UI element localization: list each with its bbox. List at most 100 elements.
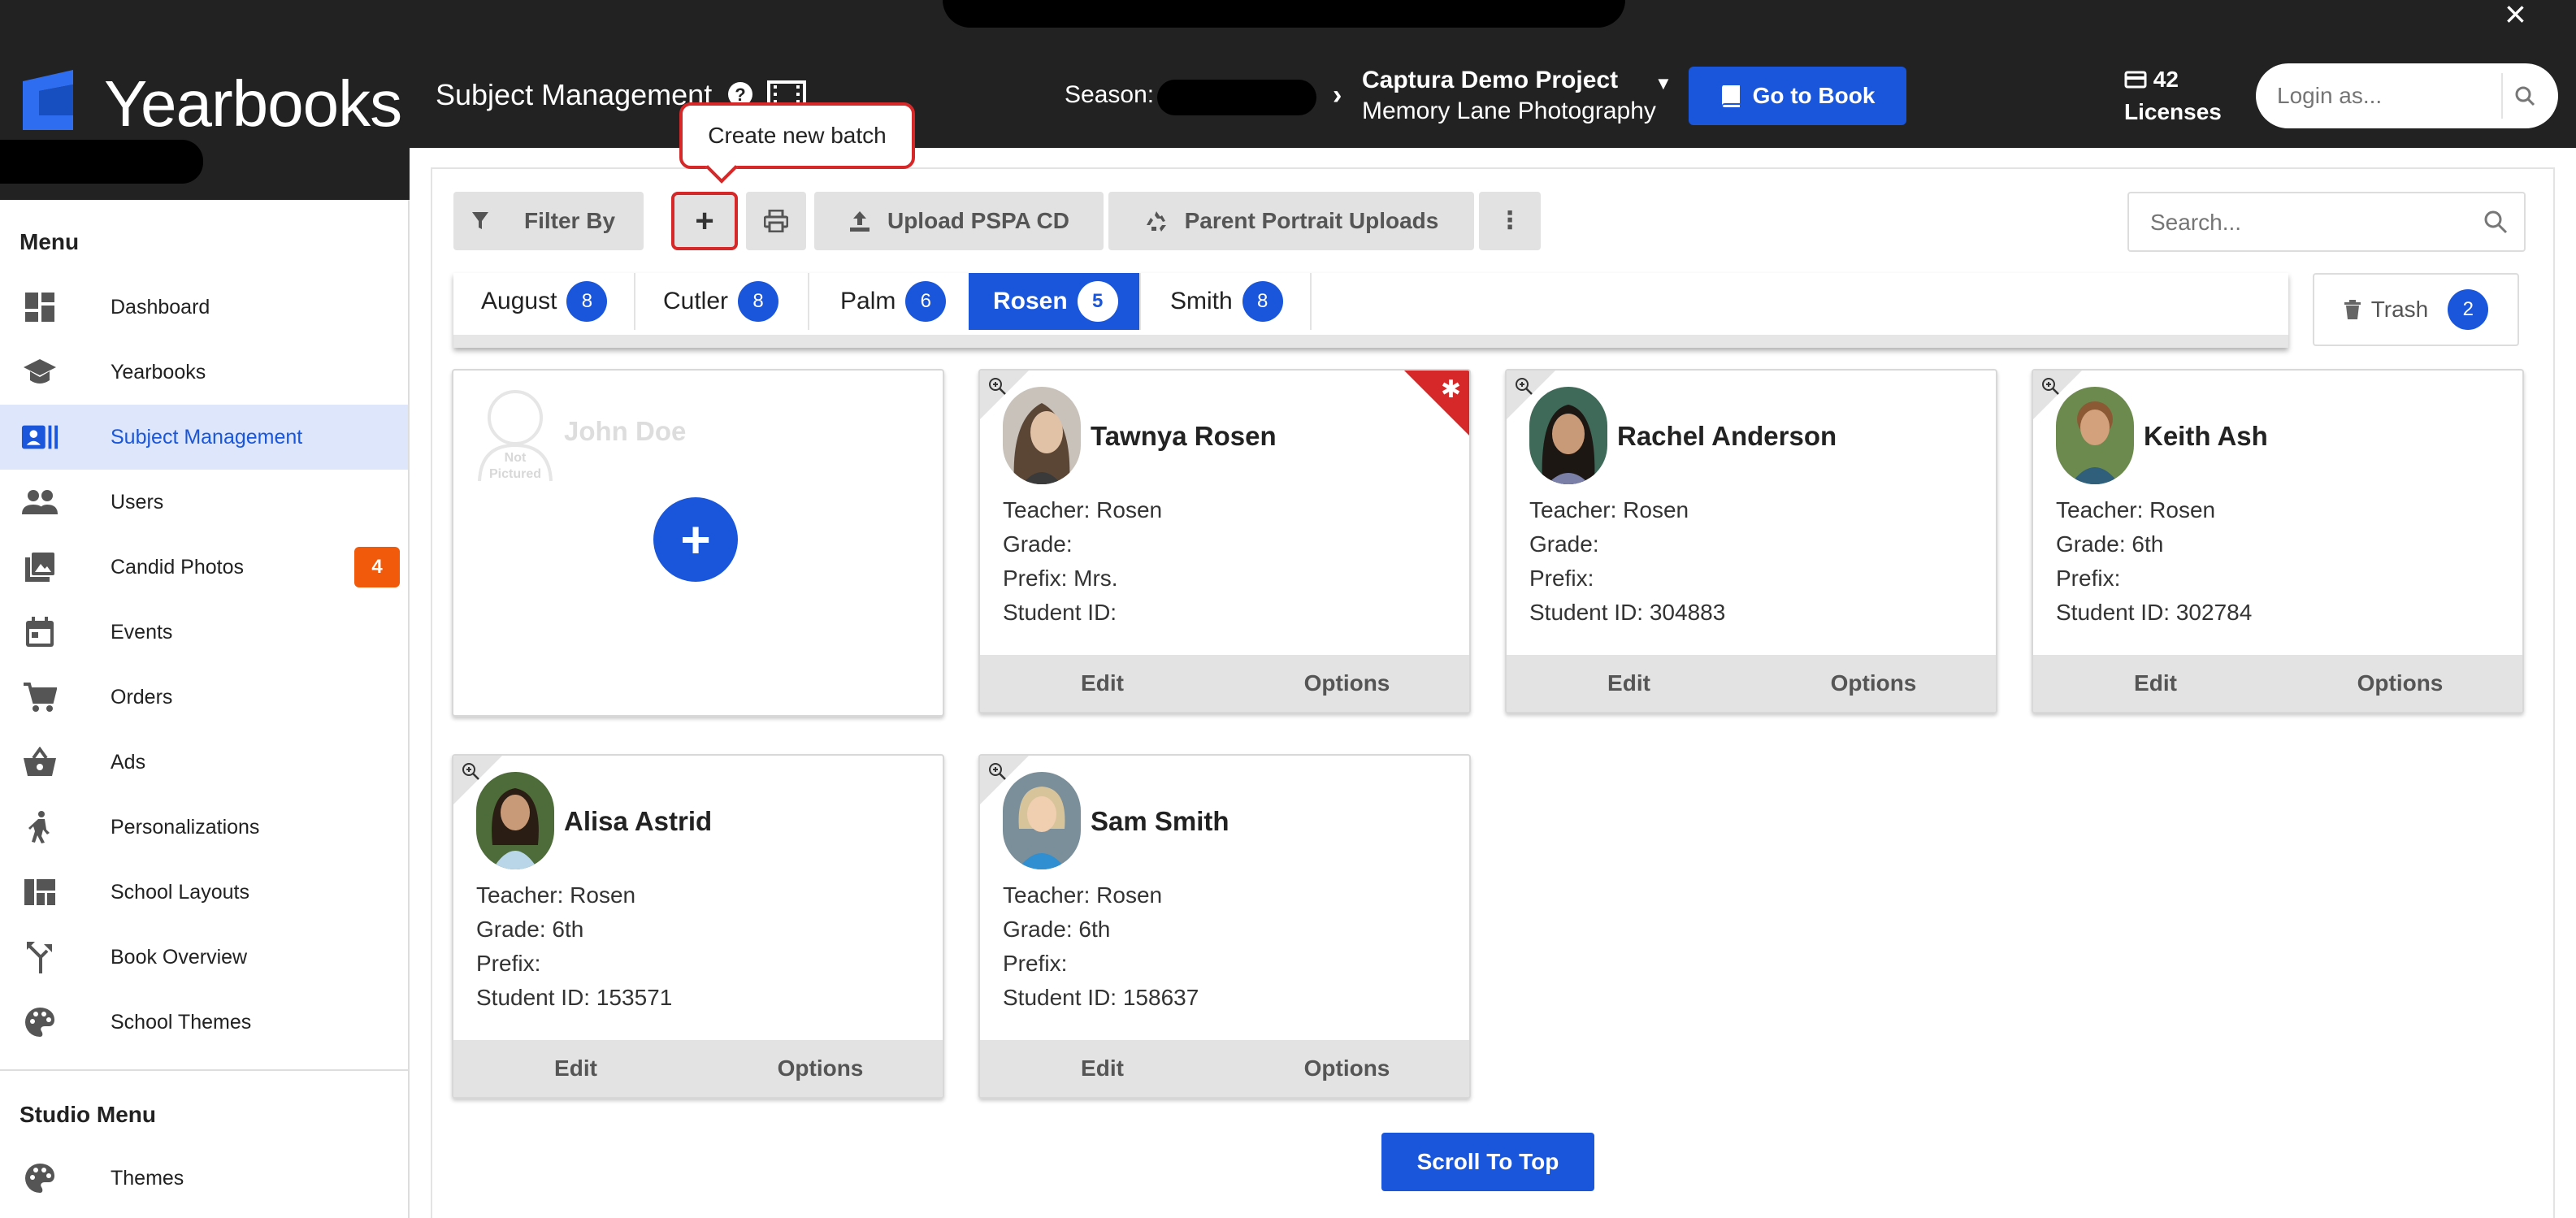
studio-menu-heading: Studio Menu (20, 1102, 156, 1127)
search-icon[interactable] (2483, 210, 2508, 234)
sidebar-item-dashboard[interactable]: Dashboard (0, 275, 408, 340)
card-actions: Edit Options (980, 1040, 1469, 1097)
sidebar-item-label: Events (111, 620, 173, 644)
tab-rosen[interactable]: Rosen 5 (969, 273, 1141, 330)
login-as-field[interactable] (2256, 63, 2558, 128)
search-input[interactable] (2150, 206, 2475, 239)
subject-card[interactable]: Rachel Anderson Teacher: Rosen Grade: Pr… (1505, 369, 1997, 713)
student-teacher: Teacher: Rosen (1003, 882, 1163, 908)
options-button[interactable]: Options (1751, 655, 1996, 712)
asterisk-icon: ✱ (1440, 376, 1461, 403)
caret-down-icon[interactable]: ▼ (1654, 73, 1672, 94)
basket-icon (21, 743, 59, 781)
student-id: Student ID: 302784 (2056, 600, 2253, 625)
print-icon (764, 210, 788, 232)
options-button[interactable]: Options (2278, 655, 2522, 712)
student-teacher: Teacher: Rosen (1529, 497, 1689, 522)
licenses-count: 42 (2124, 67, 2179, 93)
student-prefix: Prefix: (476, 951, 541, 976)
calendar-icon (21, 613, 59, 651)
student-name: Sam Smith (1091, 806, 1229, 836)
student-id: Student ID: 153571 (476, 985, 673, 1010)
student-id: Student ID: (1003, 600, 1117, 625)
tab-label: August (481, 288, 557, 314)
create-batch-button[interactable]: + (671, 192, 738, 250)
parent-portrait-uploads-label: Parent Portrait Uploads (1184, 208, 1439, 233)
project-title[interactable]: Captura Demo Project (1362, 67, 1618, 94)
card-actions: Edit Options (980, 655, 1469, 712)
upload-icon (849, 211, 870, 232)
window-top-bar: × (0, 0, 2576, 42)
sidebar-item-label: Candid Photos (111, 555, 245, 579)
sidebar-item-users[interactable]: Users (0, 470, 408, 535)
scroll-to-top-button[interactable]: Scroll To Top (1381, 1133, 1594, 1191)
sidebar-item-orders[interactable]: Orders (0, 665, 408, 730)
subject-card[interactable]: Keith Ash Teacher: Rosen Grade: 6th Pref… (2032, 369, 2524, 713)
brand-name[interactable]: Yearbooks (104, 67, 402, 141)
sidebar-item-candid-photos[interactable]: Candid Photos 4 (0, 535, 408, 600)
go-to-book-button[interactable]: Go to Book (1689, 67, 1906, 125)
palette-icon (21, 1159, 59, 1197)
sidebar-item-book-overview[interactable]: Book Overview (0, 925, 408, 990)
add-subject-button[interactable]: + (653, 497, 738, 582)
student-id: Student ID: 158637 (1003, 985, 1199, 1010)
sidebar-item-label: Yearbooks (111, 360, 206, 384)
tab-count-badge: 5 (1077, 281, 1118, 322)
sidebar-item-subject-management[interactable]: Subject Management (0, 405, 408, 470)
tab-count-badge: 8 (1242, 281, 1283, 322)
upload-pspa-cd-label: Upload PSPA CD (887, 208, 1069, 233)
season-label: Season: (1065, 81, 1155, 108)
upload-pspa-cd-button[interactable]: Upload PSPA CD (814, 192, 1104, 250)
edit-button[interactable]: Edit (1507, 655, 1751, 712)
filter-by-button[interactable]: Filter By (453, 192, 644, 250)
zoom-icon[interactable] (462, 762, 479, 780)
edit-button[interactable]: Edit (2033, 655, 2278, 712)
new-subject-card[interactable]: Not Pictured John Doe + (452, 369, 944, 717)
student-grade: Grade: (1003, 531, 1073, 557)
tab-august[interactable]: August 8 (453, 273, 635, 330)
subject-card[interactable]: Alisa Astrid Teacher: Rosen Grade: 6th P… (452, 754, 944, 1099)
sidebar-item-events[interactable]: Events (0, 600, 408, 665)
book-icon (1721, 85, 1740, 107)
tab-palm[interactable]: Palm 6 (809, 273, 974, 330)
trash-button[interactable]: Trash 2 (2313, 273, 2519, 346)
student-photo (1003, 387, 1081, 484)
options-button[interactable]: Options (1225, 655, 1469, 712)
options-button[interactable]: Options (698, 1040, 943, 1097)
tab-cutler[interactable]: Cutler 8 (635, 273, 809, 330)
edit-button[interactable]: Edit (980, 1040, 1225, 1097)
plus-icon: + (680, 510, 711, 569)
login-as-input[interactable] (2277, 78, 2472, 114)
zoom-icon[interactable] (988, 377, 1006, 395)
student-grade: Grade: 6th (2056, 531, 2164, 557)
close-icon[interactable]: × (2504, 0, 2526, 33)
sidebar-item-themes[interactable]: Themes (0, 1146, 408, 1211)
redacted-region (943, 0, 1625, 28)
edit-button[interactable]: Edit (453, 1040, 698, 1097)
teacher-tabs: August 8 Cutler 8 Palm 6 Rosen 5 Smith 8 (453, 273, 2288, 348)
zoom-icon[interactable] (1515, 377, 1533, 395)
plus-icon: + (695, 202, 714, 239)
graduation-cap-icon (21, 353, 59, 391)
student-teacher: Teacher: Rosen (1003, 497, 1163, 522)
tab-smith[interactable]: Smith 8 (1141, 273, 1312, 330)
sidebar-item-yearbooks[interactable]: Yearbooks (0, 340, 408, 405)
parent-portrait-uploads-button[interactable]: Parent Portrait Uploads (1108, 192, 1474, 250)
subject-search-field[interactable] (2127, 192, 2526, 252)
sidebar-item-personalizations[interactable]: Personalizations (0, 795, 408, 860)
tab-label: Cutler (663, 288, 729, 314)
sidebar-item-school-themes[interactable]: School Themes (0, 990, 408, 1055)
options-button[interactable]: Options (1225, 1040, 1469, 1097)
zoom-icon[interactable] (988, 762, 1006, 780)
subject-card[interactable]: Sam Smith Teacher: Rosen Grade: 6th Pref… (978, 754, 1471, 1099)
login-search-button[interactable] (2501, 73, 2547, 119)
layout-icon (21, 873, 59, 911)
zoom-icon[interactable] (2041, 377, 2059, 395)
sidebar-item-school-layouts[interactable]: School Layouts (0, 860, 408, 925)
print-button[interactable] (746, 192, 806, 250)
sidebar-item-ads[interactable]: Ads (0, 730, 408, 795)
more-options-button[interactable]: ⋮ (1479, 192, 1541, 250)
edit-button[interactable]: Edit (980, 655, 1225, 712)
subject-card[interactable]: ✱ Tawnya Rosen Teacher: Rosen Grade: Pre… (978, 369, 1471, 713)
brand-area: Yearbooks (0, 42, 410, 200)
